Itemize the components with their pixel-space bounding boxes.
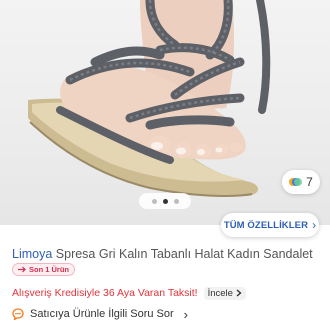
favorite-count-chip[interactable]: 7 xyxy=(282,170,320,194)
low-stock-icon xyxy=(18,266,26,273)
product-title: Limoya Spresa Gri Kalın Tabanlı Halat Ka… xyxy=(12,246,324,262)
pagination-dot[interactable] xyxy=(151,198,157,204)
brand-link[interactable]: Limoya xyxy=(12,247,52,261)
chevron-right-icon: › xyxy=(312,218,317,232)
product-image-gallery[interactable]: 7 xyxy=(0,0,330,225)
pagination-dot[interactable] xyxy=(173,198,179,204)
credit-promo: Alışveriş Kredisiyle 36 Aya Varan Taksit… xyxy=(12,286,246,300)
chevron-right-icon xyxy=(236,289,242,297)
product-name: Spresa Gri Kalın Tabanlı Halat Kadın San… xyxy=(55,247,313,261)
low-stock-label: Son 1 Ürün xyxy=(29,265,70,274)
inspect-link-label: İncele xyxy=(207,287,233,299)
ask-seller-label: Satıcıya Ürünle İlgili Soru Sor xyxy=(30,308,174,320)
ask-seller-row[interactable]: Satıcıya Ürünle İlgili Soru Sor › xyxy=(12,306,188,322)
credit-promo-text: Alışveriş Kredisiyle 36 Aya Varan Taksit… xyxy=(12,287,198,299)
pagination-dot-active[interactable] xyxy=(162,198,168,204)
low-stock-badge: Son 1 Ürün xyxy=(12,263,76,276)
multicolor-dots-icon xyxy=(289,176,303,188)
inspect-link[interactable]: İncele xyxy=(203,286,246,300)
all-features-label: TÜM ÖZELLİKLER xyxy=(223,219,309,231)
chevron-right-icon: › xyxy=(183,306,189,322)
all-features-button[interactable]: TÜM ÖZELLİKLER › xyxy=(221,213,319,237)
gallery-pagination xyxy=(139,193,191,209)
chat-bubble-icon xyxy=(12,308,24,320)
product-image xyxy=(28,0,271,197)
favorite-count: 7 xyxy=(306,175,313,189)
